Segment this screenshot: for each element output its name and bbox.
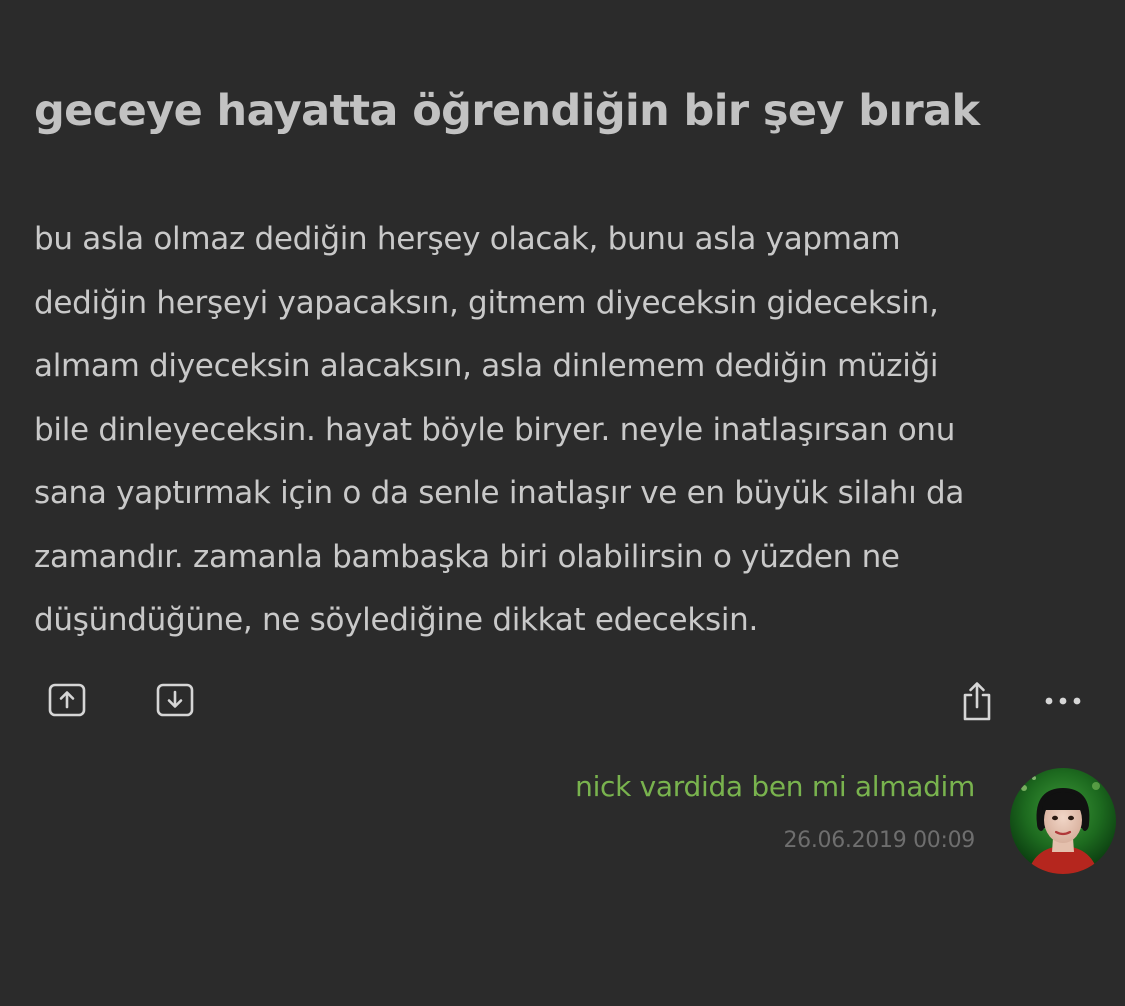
- entry-date[interactable]: 26.06.2019 00:09: [783, 828, 975, 853]
- downvote-button[interactable]: [156, 683, 194, 717]
- entry-body-line: dediğin herşeyi yapacaksın, gitmem diyec…: [34, 284, 939, 321]
- avatar-image: [1010, 768, 1116, 874]
- avatar[interactable]: [1010, 768, 1116, 874]
- entry-card: geceye hayatta öğrendiğin bir şey bırak …: [0, 0, 1125, 1006]
- entry-body-line: almam diyeceksin alacaksın, asla dinleme…: [34, 348, 939, 384]
- ellipsis-icon: [1045, 697, 1081, 705]
- entry-body: bu asla olmaz dediğin herşey olacak, bun…: [34, 208, 1104, 653]
- arrow-up-box-icon: [48, 683, 86, 717]
- entry-body-line: zamandır. zamanla bambaşka biri olabilir…: [34, 538, 900, 575]
- author-link[interactable]: nick vardida ben mi almadim: [575, 770, 975, 803]
- upvote-button[interactable]: [48, 683, 86, 717]
- share-icon: [963, 682, 991, 721]
- arrow-down-box-icon: [156, 683, 194, 717]
- entry-body-line: bile dinleyeceksin. hayat böyle biryer. …: [34, 411, 956, 448]
- entry-body-line: sana yaptırmak için o da senle inatlaşır…: [34, 475, 965, 511]
- entry-title[interactable]: geceye hayatta öğrendiğin bir şey bırak: [34, 78, 1104, 144]
- more-options-button[interactable]: [1044, 694, 1082, 708]
- entry-body-line: düşündüğüne, ne söylediğine dikkat edece…: [34, 602, 759, 638]
- share-button[interactable]: [957, 680, 997, 722]
- entry-body-line: bu asla olmaz dediğin herşey olacak, bun…: [34, 221, 901, 257]
